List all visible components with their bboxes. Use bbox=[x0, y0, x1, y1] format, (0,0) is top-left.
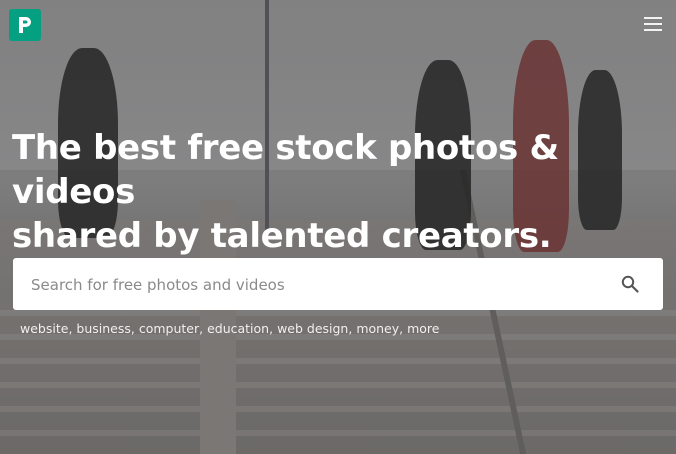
hamburger-menu-icon[interactable] bbox=[644, 17, 662, 31]
hero-section: The best free stock photos & videos shar… bbox=[0, 0, 676, 454]
tag-link-more[interactable]: more bbox=[407, 321, 439, 336]
tag-separator: , bbox=[269, 321, 278, 336]
tag-link[interactable]: website bbox=[20, 321, 68, 336]
tag-link[interactable]: money bbox=[356, 321, 399, 336]
tag-separator: , bbox=[199, 321, 208, 336]
menu-bar bbox=[644, 23, 662, 25]
page-title: The best free stock photos & videos shar… bbox=[12, 126, 662, 258]
headline-line-2: shared by talented creators. bbox=[12, 216, 552, 256]
menu-bar bbox=[644, 17, 662, 19]
search-input[interactable] bbox=[29, 258, 593, 312]
logo-glyph-icon bbox=[19, 17, 31, 33]
tag-link[interactable]: education bbox=[207, 321, 269, 336]
tag-link[interactable]: business bbox=[76, 321, 130, 336]
pexels-logo-icon[interactable] bbox=[9, 9, 41, 41]
search-icon[interactable] bbox=[621, 275, 639, 293]
search-bar bbox=[13, 258, 663, 312]
suggested-tags: website, business, computer, education, … bbox=[20, 321, 440, 336]
tag-separator: , bbox=[399, 321, 408, 336]
tag-link[interactable]: web design bbox=[277, 321, 348, 336]
tag-separator: , bbox=[130, 321, 139, 336]
headline-line-1: The best free stock photos & videos bbox=[12, 128, 559, 212]
menu-bar bbox=[644, 29, 662, 31]
tag-link[interactable]: computer bbox=[139, 321, 199, 336]
